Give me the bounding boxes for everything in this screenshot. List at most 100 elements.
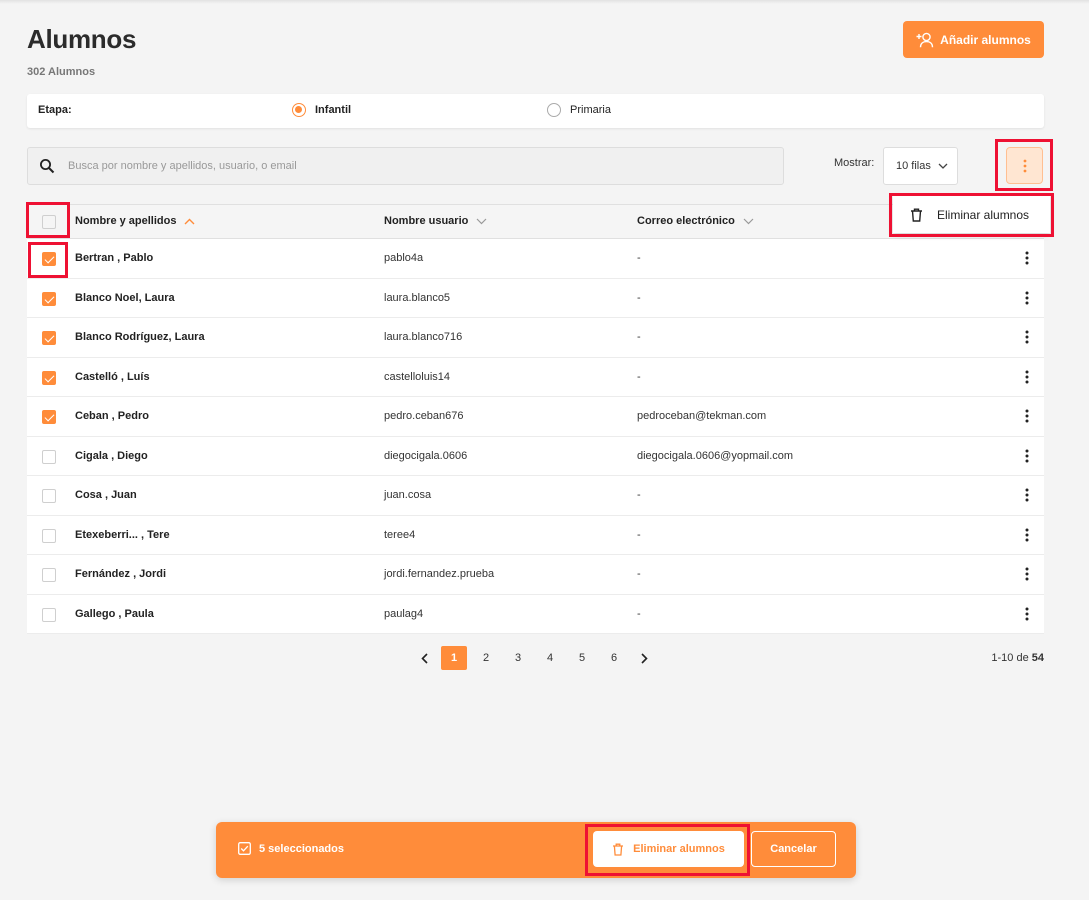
students-table: Nombre y apellidos Nombre usuario Correo… bbox=[27, 204, 1044, 634]
selection-action-bar: 5 seleccionados Eliminar alumnos Cancela… bbox=[216, 822, 856, 878]
page-button-4[interactable]: 4 bbox=[534, 646, 566, 670]
table-row[interactable]: Cosa , Juan juan.cosa - bbox=[27, 476, 1044, 516]
student-name: Blanco Noel, Laura bbox=[75, 291, 175, 304]
select-all-checkbox[interactable] bbox=[42, 215, 56, 229]
student-email: - bbox=[637, 489, 641, 501]
search-input[interactable] bbox=[68, 160, 748, 172]
page-button-3[interactable]: 3 bbox=[502, 646, 534, 670]
top-shadow bbox=[0, 0, 1089, 4]
search-icon bbox=[40, 159, 55, 174]
student-name: Cosa , Juan bbox=[75, 489, 137, 501]
more-vertical-icon[interactable] bbox=[1021, 250, 1033, 266]
student-name: Cigala , Diego bbox=[75, 449, 148, 462]
more-vertical-icon[interactable] bbox=[1021, 369, 1033, 385]
student-email: diegocigala.0606@yopmail.com bbox=[637, 449, 794, 462]
chevron-left-icon bbox=[420, 652, 428, 664]
student-email: - bbox=[637, 331, 641, 343]
student-username: pedro.ceban676 bbox=[384, 410, 464, 422]
student-email: - bbox=[637, 291, 641, 304]
row-checkbox[interactable] bbox=[42, 370, 56, 385]
table-row[interactable]: Bertran , Pablo pablo4a - bbox=[27, 239, 1044, 279]
student-username: castelloluis14 bbox=[384, 370, 451, 383]
table-row[interactable]: Fernández , Jordi jordi.fernandez.prueba… bbox=[27, 555, 1044, 595]
student-username: laura.blanco5 bbox=[384, 291, 451, 304]
row-checkbox[interactable] bbox=[42, 331, 56, 345]
more-vertical-icon[interactable] bbox=[1021, 527, 1033, 543]
student-name: Castelló , Luís bbox=[75, 370, 150, 383]
results-total: 54 bbox=[1031, 652, 1044, 664]
student-username: juan.cosa bbox=[384, 489, 432, 501]
chevron-down-icon bbox=[743, 218, 754, 224]
row-checkbox[interactable] bbox=[42, 528, 56, 543]
selection-info: 5 seleccionados bbox=[238, 842, 344, 855]
student-email: pedroceban@tekman.com bbox=[637, 410, 767, 422]
student-username: diegocigala.0606 bbox=[384, 449, 468, 462]
row-checkbox[interactable] bbox=[42, 291, 56, 306]
student-username: teree4 bbox=[384, 528, 416, 541]
add-students-button[interactable]: Añadir alumnos bbox=[903, 21, 1044, 58]
results-range: 1-10 de 54 bbox=[991, 652, 1044, 664]
student-username: pablo4a bbox=[384, 252, 424, 264]
rows-per-page-select[interactable]: 10 filas bbox=[883, 147, 958, 185]
column-header-username[interactable]: Nombre usuario bbox=[384, 215, 487, 227]
page-button-1[interactable]: 1 bbox=[441, 646, 467, 670]
student-name: Bertran , Pablo bbox=[75, 252, 154, 264]
more-vertical-icon[interactable] bbox=[1021, 487, 1033, 503]
student-name: Fernández , Jordi bbox=[75, 568, 167, 580]
chevron-down-icon bbox=[938, 163, 948, 169]
row-checkbox[interactable] bbox=[42, 607, 56, 622]
table-row[interactable]: Ceban , Pedro pedro.ceban676 pedroceban@… bbox=[27, 397, 1044, 437]
delete-students-button[interactable]: Eliminar alumnos bbox=[593, 831, 744, 867]
more-vertical-icon[interactable] bbox=[1021, 408, 1033, 424]
add-user-icon bbox=[916, 32, 934, 48]
table-row[interactable]: Blanco Rodríguez, Laura laura.blanco716 … bbox=[27, 318, 1044, 358]
student-name: Etexeberri... , Tere bbox=[75, 528, 170, 541]
page-title: Alumnos bbox=[27, 24, 137, 54]
page-button-2[interactable]: 2 bbox=[470, 646, 502, 670]
stage-label: Etapa: bbox=[38, 104, 72, 116]
more-vertical-icon[interactable] bbox=[1021, 448, 1033, 464]
student-email: - bbox=[637, 370, 641, 383]
bulk-actions-button[interactable] bbox=[1006, 147, 1043, 184]
sort-ascending-icon bbox=[184, 218, 195, 224]
more-vertical-icon[interactable] bbox=[1021, 566, 1033, 582]
more-vertical-icon[interactable] bbox=[1021, 606, 1033, 622]
column-header-email[interactable]: Correo electrónico bbox=[637, 215, 754, 227]
trash-icon bbox=[911, 208, 922, 222]
stage-option-infantil[interactable]: Infantil bbox=[292, 103, 351, 117]
student-username: laura.blanco716 bbox=[384, 331, 463, 343]
page-button-6[interactable]: 6 bbox=[598, 646, 630, 670]
table-row[interactable]: Etexeberri... , Tere teree4 - bbox=[27, 515, 1044, 555]
table-row[interactable]: Castelló , Luís castelloluis14 - bbox=[27, 357, 1044, 397]
search-box bbox=[27, 147, 784, 185]
chevron-right-icon bbox=[640, 652, 648, 664]
column-header-name[interactable]: Nombre y apellidos bbox=[75, 215, 195, 227]
student-username: jordi.fernandez.prueba bbox=[384, 568, 495, 580]
next-page-button[interactable] bbox=[630, 646, 658, 670]
table-row[interactable]: Gallego , Paula paulag4 - bbox=[27, 594, 1044, 634]
student-count: 302 Alumnos bbox=[27, 66, 96, 78]
radio-unchecked-icon bbox=[547, 103, 561, 117]
more-vertical-icon[interactable] bbox=[1021, 329, 1033, 345]
student-email: - bbox=[637, 607, 641, 620]
table-row[interactable]: Blanco Noel, Laura laura.blanco5 - bbox=[27, 278, 1044, 318]
row-checkbox[interactable] bbox=[42, 449, 56, 464]
student-name: Ceban , Pedro bbox=[75, 410, 149, 422]
cancel-button[interactable]: Cancelar bbox=[751, 831, 836, 867]
previous-page-button[interactable] bbox=[410, 646, 438, 670]
more-vertical-icon[interactable] bbox=[1021, 290, 1033, 306]
row-checkbox[interactable] bbox=[42, 410, 56, 424]
row-checkbox[interactable] bbox=[42, 489, 56, 503]
student-email: - bbox=[637, 568, 641, 580]
student-email: - bbox=[637, 528, 641, 541]
page-button-5[interactable]: 5 bbox=[566, 646, 598, 670]
stage-filter: Etapa: Infantil Primaria bbox=[27, 94, 1044, 128]
more-vertical-icon bbox=[1023, 159, 1026, 172]
radio-checked-icon bbox=[292, 103, 306, 117]
row-checkbox[interactable] bbox=[42, 252, 56, 266]
bulk-actions-menu-delete[interactable]: Eliminar alumnos bbox=[893, 196, 1050, 233]
row-checkbox[interactable] bbox=[42, 568, 56, 582]
student-name: Blanco Rodríguez, Laura bbox=[75, 331, 205, 343]
stage-option-primaria[interactable]: Primaria bbox=[547, 103, 611, 117]
table-row[interactable]: Cigala , Diego diegocigala.0606 diegocig… bbox=[27, 436, 1044, 476]
